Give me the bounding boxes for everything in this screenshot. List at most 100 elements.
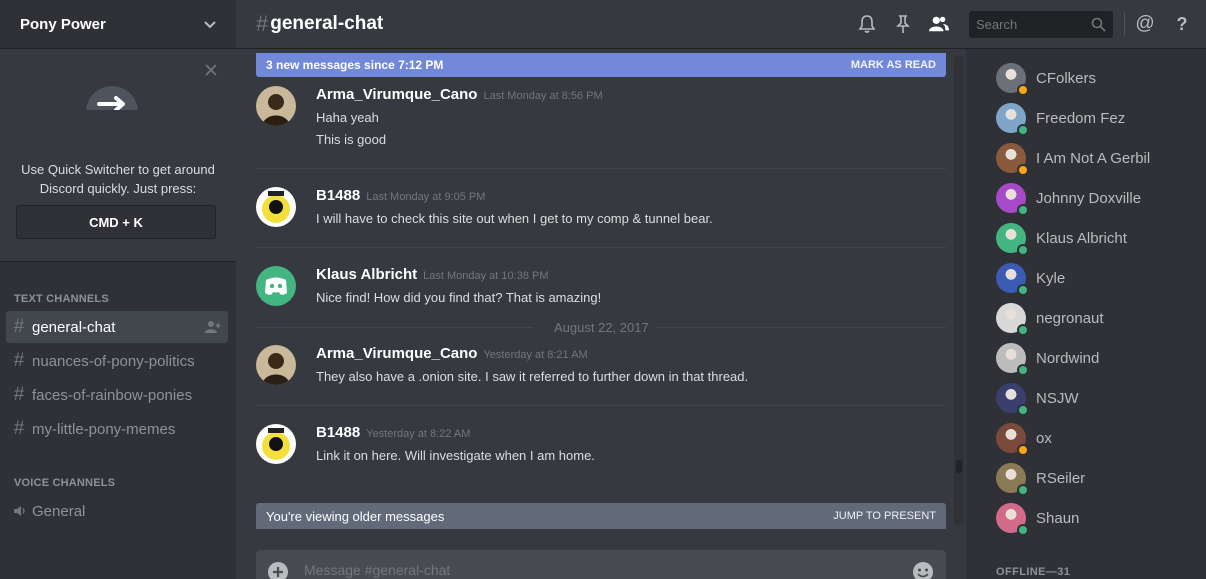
member-item[interactable]: CFolkers xyxy=(996,62,1196,96)
avatar xyxy=(996,343,1029,376)
channel-header: # general-chat Search @ ? xyxy=(236,0,1206,49)
member-name: Shaun xyxy=(1036,509,1080,527)
help-icon[interactable]: ? xyxy=(1172,13,1192,35)
member-item[interactable]: Nordwind xyxy=(996,342,1196,376)
member-name: Freedom Fez xyxy=(1036,109,1126,127)
status-dot xyxy=(1017,324,1029,336)
switch-arrows-icon xyxy=(86,86,138,110)
voice-channel-general[interactable]: General xyxy=(6,495,228,527)
message-author[interactable]: Arma_Virumque_Cano Last Monday at 8:56 PM xyxy=(316,86,603,103)
member-item[interactable]: Klaus Albricht xyxy=(996,222,1196,256)
quick-switcher-text: Use Quick Switcher to get around Discord… xyxy=(21,162,215,196)
member-list: CFolkers Freedom Fez I Am Not A Gerbil John… xyxy=(966,49,1206,579)
message-text: I will have to check this site out when … xyxy=(316,211,713,226)
members-icon[interactable] xyxy=(929,14,949,34)
channel-name: general-chat xyxy=(32,318,116,336)
member-item[interactable]: Shaun xyxy=(996,502,1196,536)
text-channels-header[interactable]: TEXT CHANNELS xyxy=(14,293,109,305)
member-item[interactable]: Johnny Doxville xyxy=(996,182,1196,216)
add-user-icon[interactable] xyxy=(205,320,221,334)
message-divider xyxy=(256,247,946,248)
channel-name: faces-of-rainbow-ponies xyxy=(32,386,193,404)
new-messages-bar[interactable]: 3 new messages since 7:12 PM MARK AS REA… xyxy=(256,53,946,77)
channel-general-chat[interactable]: # general-chat xyxy=(6,311,228,343)
guild-header[interactable]: Pony Power xyxy=(0,0,236,49)
status-dot xyxy=(1017,364,1029,376)
date-divider: August 22, 2017 xyxy=(256,320,946,335)
avatar[interactable] xyxy=(256,266,296,306)
message-divider xyxy=(256,405,946,406)
member-name: CFolkers xyxy=(1036,69,1097,87)
avatar xyxy=(996,303,1029,336)
channel-my-little-pony-memes[interactable]: # my-little-pony-memes xyxy=(6,413,228,445)
member-name: RSeiler xyxy=(1036,469,1086,487)
message-text: Haha yeah xyxy=(316,110,379,125)
emoji-icon[interactable] xyxy=(912,561,934,579)
member-name: Nordwind xyxy=(1036,349,1100,367)
chat-scrollbar[interactable] xyxy=(954,55,964,525)
pin-icon[interactable] xyxy=(893,14,913,34)
date-divider-text: August 22, 2017 xyxy=(554,320,649,335)
message-author[interactable]: Klaus Albricht Last Monday at 10:38 PM xyxy=(316,266,549,283)
member-item[interactable]: Kyle xyxy=(996,262,1196,296)
older-messages-text: You're viewing older messages xyxy=(266,508,445,524)
avatar xyxy=(996,223,1029,256)
hash-icon: # xyxy=(13,418,25,439)
search-input[interactable]: Search xyxy=(969,11,1113,38)
member-name: Klaus Albricht xyxy=(1036,229,1127,247)
scrollbar-thumb[interactable] xyxy=(956,460,962,473)
message-text: Link it on here. Will investigate when I… xyxy=(316,448,595,463)
older-messages-bar[interactable]: You're viewing older messages JUMP TO PR… xyxy=(256,503,946,529)
message-author[interactable]: Arma_Virumque_Cano Yesterday at 8:21 AM xyxy=(316,345,588,362)
avatar xyxy=(996,383,1029,416)
mark-as-read-button[interactable]: MARK AS READ xyxy=(851,59,936,71)
upload-plus-icon[interactable] xyxy=(268,562,288,579)
status-dot xyxy=(1017,124,1029,136)
guild-name: Pony Power xyxy=(20,15,106,33)
avatar xyxy=(996,183,1029,216)
channel-title: # general-chat xyxy=(256,11,383,37)
avatar[interactable] xyxy=(256,187,296,227)
jump-to-present-button[interactable]: JUMP TO PRESENT xyxy=(833,510,936,522)
channel-title-text: general-chat xyxy=(270,13,384,34)
status-dot xyxy=(1017,84,1029,96)
channel-faces-of-rainbow-ponies[interactable]: # faces-of-rainbow-ponies xyxy=(6,379,228,411)
avatar xyxy=(996,63,1029,96)
bell-icon[interactable] xyxy=(857,14,877,34)
voice-channels-header[interactable]: VOICE CHANNELS xyxy=(14,477,115,489)
avatar[interactable] xyxy=(256,424,296,464)
avatar xyxy=(996,423,1029,456)
hash-icon: # xyxy=(13,350,25,371)
message-author[interactable]: B1488 Yesterday at 8:22 AM xyxy=(316,424,470,441)
message-input[interactable]: Message #general-chat xyxy=(256,550,946,579)
member-item[interactable]: RSeiler xyxy=(996,462,1196,496)
close-icon[interactable] xyxy=(204,63,218,77)
message-divider xyxy=(256,168,946,169)
message-timestamp: Last Monday at 10:38 PM xyxy=(423,270,549,282)
avatar[interactable] xyxy=(256,86,296,126)
channel-sidebar: Pony Power Use Quick Switcher to get aro… xyxy=(0,0,236,579)
message-author[interactable]: B1488 Last Monday at 9:05 PM xyxy=(316,187,485,204)
member-item[interactable]: ox xyxy=(996,422,1196,456)
date-divider-line xyxy=(256,327,533,328)
channel-name: General xyxy=(32,502,86,520)
status-dot xyxy=(1017,164,1029,176)
avatar[interactable] xyxy=(256,345,296,385)
status-dot xyxy=(1017,204,1029,216)
member-item[interactable]: Freedom Fez xyxy=(996,102,1196,136)
chevron-down-icon[interactable] xyxy=(202,16,218,32)
search-icon xyxy=(1091,17,1106,32)
status-dot xyxy=(1017,444,1029,456)
avatar xyxy=(996,143,1029,176)
mention-icon[interactable]: @ xyxy=(1134,14,1156,36)
status-dot xyxy=(1017,484,1029,496)
member-item[interactable]: negronaut xyxy=(996,302,1196,336)
channel-nuances-of-pony-politics[interactable]: # nuances-of-pony-politics xyxy=(6,345,228,377)
member-item[interactable]: NSJW xyxy=(996,382,1196,416)
member-item[interactable]: I Am Not A Gerbil xyxy=(996,142,1196,176)
shortcut-key: CMD + K xyxy=(16,205,216,239)
status-dot xyxy=(1017,244,1029,256)
member-name: I Am Not A Gerbil xyxy=(1036,149,1151,167)
message-timestamp: Last Monday at 9:05 PM xyxy=(366,191,486,203)
status-dot xyxy=(1017,284,1029,296)
